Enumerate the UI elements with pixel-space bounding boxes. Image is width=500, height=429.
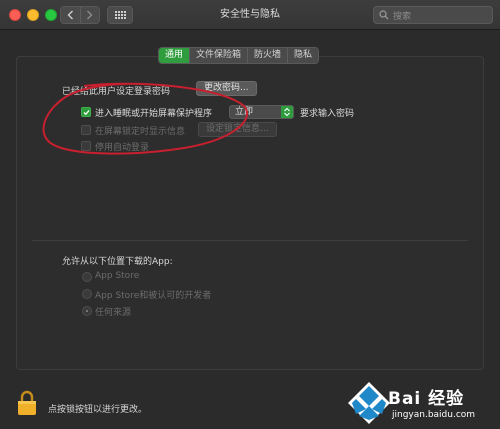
disable-autologin-checkbox[interactable] <box>81 141 91 151</box>
tab-privacy[interactable]: 隐私 <box>287 48 319 63</box>
general-panel <box>16 56 484 370</box>
radio-anywhere-label: 任何来源 <box>95 308 132 318</box>
watermark-url: jingyan.baidu.com <box>392 410 476 420</box>
tab-bar: 通用 文件保险箱 防火墙 隐私 <box>158 47 320 64</box>
tab-general[interactable]: 通用 <box>159 48 190 63</box>
require-password-checkbox[interactable] <box>81 107 91 117</box>
back-button[interactable] <box>61 7 80 23</box>
windows-logo-icon <box>348 382 390 424</box>
watermark-brand: Bai 经验 <box>388 389 465 409</box>
chevron-right-icon <box>87 10 93 20</box>
minimize-window-button[interactable] <box>27 9 39 21</box>
radio-identified-developers[interactable] <box>82 289 92 299</box>
lock-icon[interactable] <box>16 390 38 416</box>
tab-filevault[interactable]: 文件保险箱 <box>189 48 248 63</box>
select-arrows-icon <box>281 106 293 118</box>
show-all-button[interactable] <box>107 6 133 24</box>
section-divider <box>32 240 468 241</box>
window-title: 安全性与隐私 <box>220 9 280 20</box>
set-lock-message-button[interactable]: 设定锁定信息... <box>198 122 277 137</box>
password-delay-value: 立即 <box>235 107 254 117</box>
lock-instruction: 点按锁按钮以进行更改。 <box>48 405 148 415</box>
login-password-label: 已经给此用户设定登录密码 <box>62 87 171 97</box>
show-message-checkbox[interactable] <box>81 125 91 135</box>
require-password-label: 进入睡眠或开始屏幕保护程序 <box>95 109 213 119</box>
show-message-label: 在屏幕锁定时显示信息 <box>95 127 186 137</box>
tab-firewall[interactable]: 防火墙 <box>247 48 288 63</box>
disable-autologin-label: 停用自动登录 <box>95 143 150 153</box>
checkmark-icon <box>83 110 90 116</box>
title-bar: 安全性与隐私 搜索 <box>0 0 500 30</box>
radio-anywhere[interactable] <box>82 306 92 316</box>
require-password-suffix: 要求输入密码 <box>300 109 355 119</box>
forward-button[interactable] <box>79 7 99 23</box>
grid-icon <box>114 11 126 19</box>
search-field[interactable]: 搜索 <box>373 6 493 24</box>
chevron-left-icon <box>67 10 73 20</box>
navigation-buttons <box>60 6 100 24</box>
zoom-window-button[interactable] <box>45 9 57 21</box>
search-placeholder: 搜索 <box>393 11 412 22</box>
radio-app-store-label: App Store <box>95 271 140 281</box>
baidu-watermark: Bai 经验 jingyan.baidu.com <box>346 378 496 428</box>
password-delay-select[interactable]: 立即 <box>229 105 294 119</box>
search-icon <box>379 10 389 20</box>
change-password-button[interactable]: 更改密码... <box>196 81 257 96</box>
radio-app-store[interactable] <box>82 272 92 282</box>
radio-identified-developers-label: App Store和被认可的开发者 <box>95 291 212 301</box>
close-window-button[interactable] <box>9 9 21 21</box>
download-source-heading: 允许从以下位置下载的App: <box>62 257 173 267</box>
